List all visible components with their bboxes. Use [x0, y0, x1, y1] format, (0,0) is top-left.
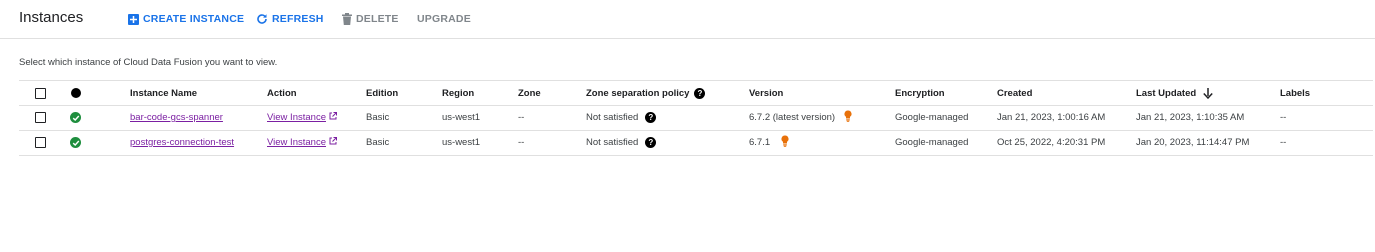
table-row: bar-code-gcs-spanner View Instance Basic… [19, 105, 1373, 131]
refresh-button[interactable]: REFRESH [256, 12, 324, 26]
column-header-labels: Labels [1280, 87, 1311, 99]
page-title: Instances [19, 9, 84, 26]
zone-policy-cell: Not satisfied ? [586, 130, 657, 155]
labels-cell: -- [1280, 112, 1287, 123]
zone-policy-cell: Not satisfied ? [586, 105, 657, 130]
table-header-row: Instance Name Action Edition Region Zone… [19, 80, 1373, 106]
region-cell: us-west1 [442, 137, 481, 148]
column-header-zone-policy[interactable]: Zone separation policy ? [586, 81, 706, 105]
instance-name-link[interactable]: postgres-connection-test [130, 137, 234, 148]
upgrade-button[interactable]: UPGRADE [417, 12, 471, 26]
trash-icon [342, 13, 352, 25]
status-column-icon [71, 81, 81, 105]
zone-policy-header-label: Zone separation policy [586, 87, 690, 99]
view-instance-label: View Instance [267, 112, 326, 123]
view-instance-label: View Instance [267, 137, 326, 148]
view-instance-link[interactable]: View Instance [267, 105, 337, 130]
upgrade-label: UPGRADE [417, 13, 471, 25]
arrow-down-icon[interactable] [1203, 87, 1213, 99]
column-header-encryption[interactable]: Encryption [895, 81, 945, 105]
help-circle-icon[interactable]: ? [694, 87, 706, 99]
created-cell: Oct 25, 2022, 4:20:31 PM [997, 137, 1106, 148]
instance-name-link[interactable]: bar-code-gcs-spanner [130, 112, 223, 123]
page-description: Select which instance of Cloud Data Fusi… [19, 57, 278, 68]
encryption-cell: Google-managed [895, 137, 969, 148]
column-header-version[interactable]: Version [749, 81, 783, 105]
zone-cell: -- [518, 112, 525, 123]
version-cell: 6.7.2 (latest version) [749, 105, 852, 130]
column-header-edition[interactable]: Edition [366, 81, 398, 105]
column-header-last-updated[interactable]: Last Updated [1136, 81, 1213, 105]
labels-cell: -- [1280, 137, 1287, 148]
column-header-name[interactable]: Instance Name [130, 81, 197, 105]
region-cell: us-west1 [442, 112, 481, 123]
version-value: 6.7.1 [749, 137, 771, 148]
create-instance-label: CREATE INSTANCE [143, 13, 245, 25]
check-circle-icon [70, 105, 81, 130]
check-circle-icon [70, 130, 81, 155]
create-instance-button[interactable]: CREATE INSTANCE [128, 12, 244, 26]
delete-label: DELETE [356, 13, 399, 25]
zone-cell: -- [518, 137, 525, 148]
add-box-icon [128, 13, 139, 25]
column-header-region[interactable]: Region [442, 81, 474, 105]
last-updated-cell: Jan 20, 2023, 11:14:47 PM [1136, 137, 1250, 148]
encryption-cell: Google-managed [895, 112, 969, 123]
column-header-action: Action [267, 87, 297, 99]
lightbulb-icon[interactable] [781, 135, 789, 150]
version-value: 6.7.2 (latest version) [749, 112, 836, 123]
column-header-zone[interactable]: Zone [518, 81, 541, 105]
edition-cell: Basic [366, 137, 390, 148]
column-header-created[interactable]: Created [997, 81, 1032, 105]
help-circle-icon[interactable]: ? [645, 112, 657, 123]
table-row: postgres-connection-test View Instance B… [19, 130, 1373, 156]
open-in-new-icon [329, 137, 337, 148]
view-instance-link[interactable]: View Instance [267, 130, 337, 155]
version-cell: 6.7.1 [749, 130, 789, 155]
select-all-checkbox[interactable] [35, 81, 46, 105]
refresh-label: REFRESH [272, 13, 324, 25]
page-header: Instances CREATE INSTANCE REFRESH DELETE… [0, 0, 1375, 39]
zone-policy-value: Not satisfied [586, 137, 639, 148]
help-circle-icon[interactable]: ? [645, 137, 657, 148]
edition-cell: Basic [366, 112, 390, 123]
open-in-new-icon [329, 112, 337, 123]
row-checkbox[interactable] [35, 105, 46, 130]
delete-button[interactable]: DELETE [342, 12, 399, 26]
created-cell: Jan 21, 2023, 1:00:16 AM [997, 112, 1106, 123]
last-updated-header-label: Last Updated [1136, 87, 1197, 99]
lightbulb-icon[interactable] [844, 110, 852, 125]
refresh-icon [256, 13, 268, 25]
zone-policy-value: Not satisfied [586, 112, 639, 123]
row-checkbox[interactable] [35, 130, 46, 155]
last-updated-cell: Jan 21, 2023, 1:10:35 AM [1136, 112, 1245, 123]
